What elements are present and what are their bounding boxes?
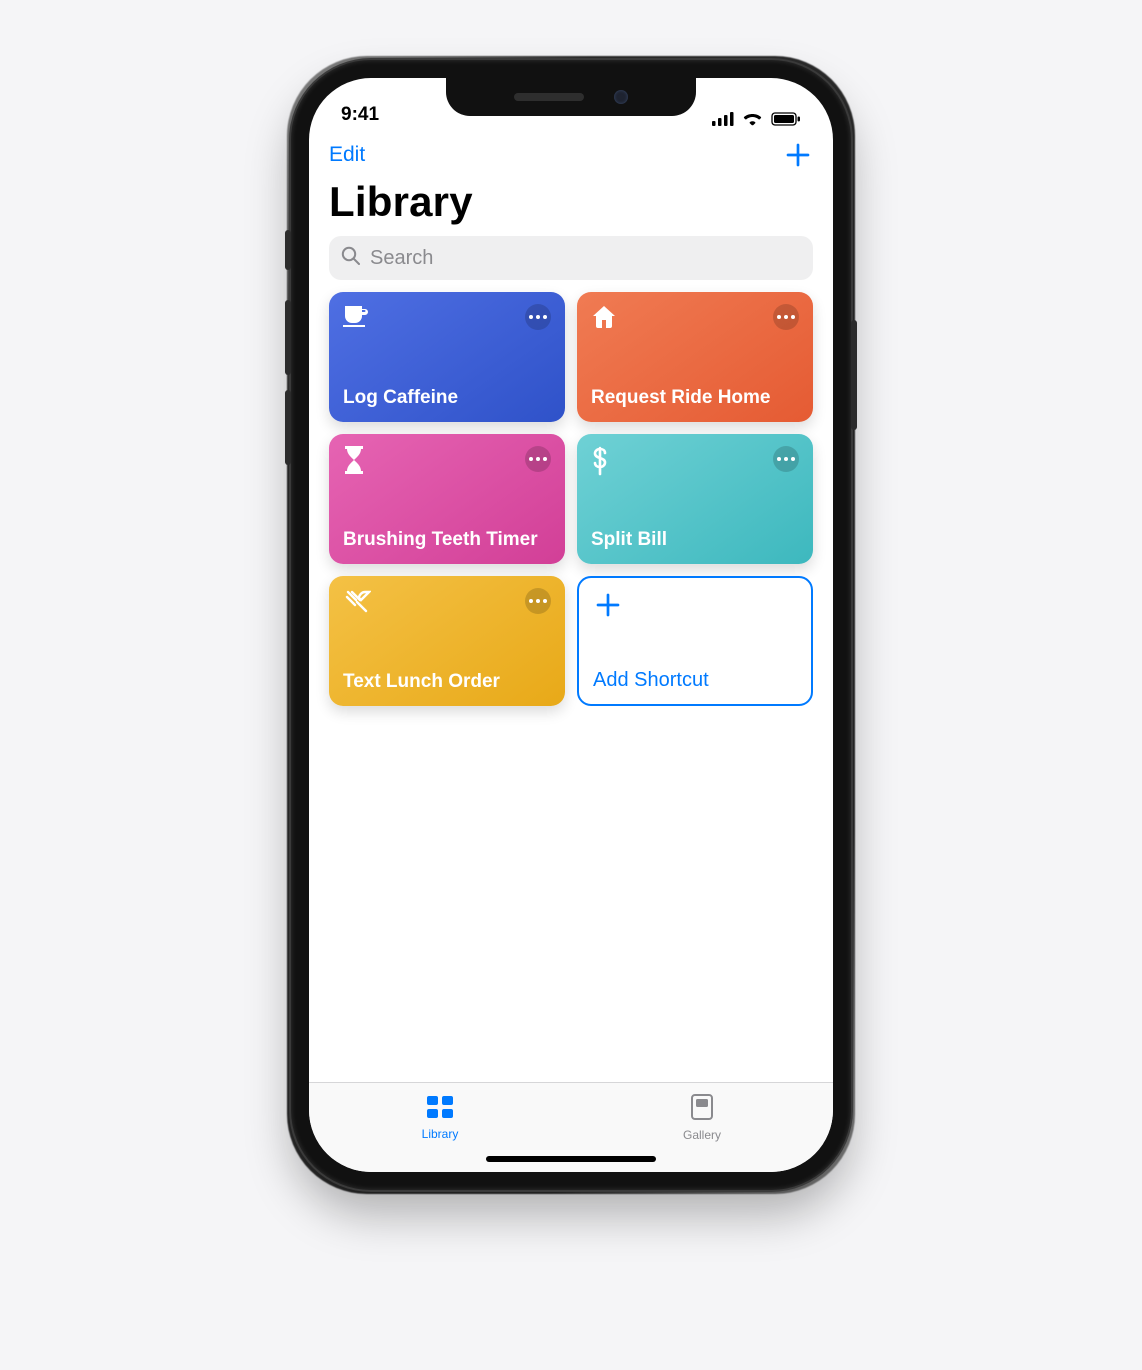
speaker-grille [514,93,584,101]
add-shortcut-card[interactable]: Add Shortcut [577,576,813,706]
shortcut-card-text-lunch-order[interactable]: Text Lunch Order [329,576,565,706]
nav-bar: Edit [309,128,833,174]
tab-label: Gallery [683,1128,721,1142]
more-button[interactable] [525,446,551,472]
wifi-icon [742,111,763,126]
library-tab-icon [425,1094,455,1123]
more-button[interactable] [773,304,799,330]
more-button[interactable] [525,304,551,330]
tab-label: Library [422,1127,459,1141]
shortcut-card-split-bill[interactable]: Split Bill [577,434,813,564]
screen: 9:41 Edit Library [309,78,833,1172]
tab-gallery[interactable]: Gallery [571,1083,833,1152]
volume-up-button [285,300,291,375]
battery-icon [771,112,801,126]
volume-down-button [285,390,291,465]
card-label: Split Bill [591,529,799,552]
shortcut-card-brushing-teeth-timer[interactable]: Brushing Teeth Timer [329,434,565,564]
add-button[interactable] [783,140,813,170]
power-button [851,320,857,430]
shortcuts-grid: Log Caffeine Request Ride Home [309,292,833,706]
status-time: 9:41 [341,104,379,126]
card-label: Log Caffeine [343,387,551,410]
phone-frame: 9:41 Edit Library [291,60,851,1190]
front-camera [614,90,628,104]
utensils-icon [343,588,371,616]
card-label: Text Lunch Order [343,671,551,694]
hourglass-icon [343,446,365,474]
plus-icon [783,140,813,170]
dollar-icon [591,446,609,476]
more-button[interactable] [525,588,551,614]
mute-switch [285,230,291,270]
card-label: Request Ride Home [591,387,799,410]
search-field[interactable] [329,236,813,280]
more-button[interactable] [773,446,799,472]
status-right [712,111,801,126]
home-indicator[interactable] [486,1156,656,1162]
shortcut-card-request-ride-home[interactable]: Request Ride Home [577,292,813,422]
search-icon [341,246,360,271]
plus-icon [593,590,797,620]
notch [446,78,696,116]
card-label: Add Shortcut [593,668,797,692]
search-input[interactable] [368,246,801,271]
edit-button[interactable]: Edit [329,143,365,167]
gallery-tab-icon [690,1093,714,1124]
tab-library[interactable]: Library [309,1083,571,1152]
page-title: Library [309,174,833,236]
shortcut-card-log-caffeine[interactable]: Log Caffeine [329,292,565,422]
card-label: Brushing Teeth Timer [343,529,551,552]
cup-icon [343,304,371,328]
cellular-icon [712,112,734,126]
home-icon [591,304,617,330]
